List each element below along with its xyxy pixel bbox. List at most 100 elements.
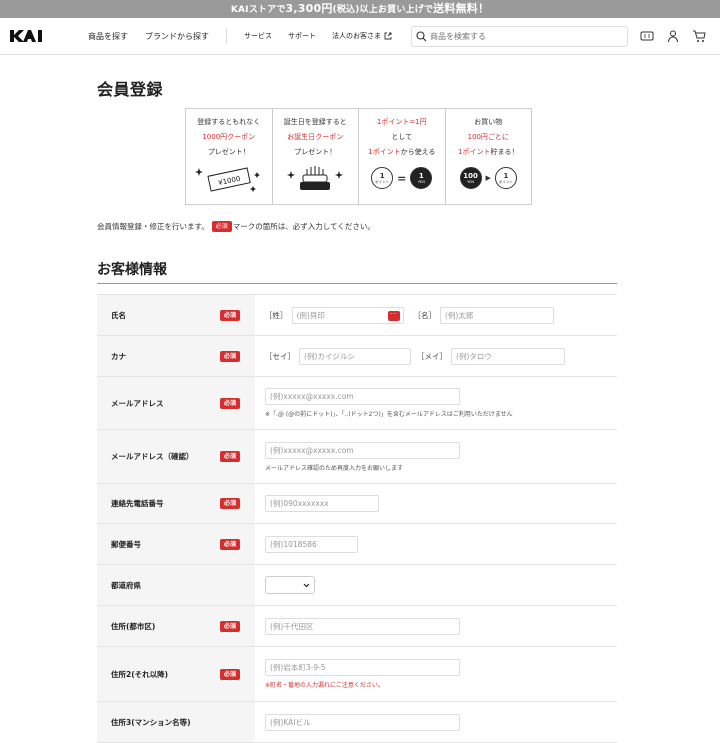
customer-info-form: 氏名 必須 ［姓］ (例)貝印 ··· ［名］ (例)太郎 カナ 必須 ［セイ］ (例… bbox=[97, 294, 617, 743]
required-badge: 必須 bbox=[211, 221, 232, 232]
benefit-highlight: 1000円クーポン bbox=[202, 133, 256, 141]
coin-unit: ポイント bbox=[375, 179, 390, 184]
field-label: 住所(都市区) 必須 bbox=[97, 606, 255, 646]
benefit-text: プレゼント！ bbox=[294, 148, 337, 156]
main-content: 会員登録 登録するともれなく 1000円クーポン プレゼント！ ¥1000 誕生… bbox=[97, 76, 617, 743]
row-address1: 住所(都市区) 必須 (例)千代田区 bbox=[97, 606, 617, 647]
phone-input[interactable]: (例)090xxxxxxx bbox=[265, 495, 379, 512]
input-placeholder: (例)xxxxx@xxxxx.com bbox=[270, 445, 354, 455]
benefit-point-value: 1ポイント=1円 として 1ポイントから使える 1 ポイント = 1 YEN bbox=[359, 109, 446, 204]
label-text: 連絡先電話番号 bbox=[111, 499, 164, 508]
input-placeholder: (例)090xxxxxxx bbox=[270, 499, 329, 508]
input-placeholder: (例)貝印 bbox=[296, 310, 325, 320]
field-label: 郵便番号 必須 bbox=[97, 524, 255, 564]
first-name-kana-input[interactable]: (例)タロウ bbox=[451, 347, 565, 365]
benefit-text: プレゼント！ bbox=[207, 148, 250, 156]
benefit-highlight: 1ポイント=1円 bbox=[376, 118, 427, 126]
field-label: 連絡先電話番号 必須 bbox=[97, 484, 255, 523]
membership-card-icon[interactable] bbox=[640, 29, 654, 43]
yen-coin-icon: 1 YEN bbox=[410, 167, 433, 189]
field-label: 住所3(マンション名等) bbox=[97, 702, 255, 742]
label-mei: ［名］ bbox=[413, 310, 437, 320]
coin-value: 1 bbox=[418, 171, 424, 180]
nav-find-brands[interactable]: ブランドから探す bbox=[145, 31, 209, 42]
chevron-down-icon bbox=[303, 583, 310, 587]
benefit-text: お買い物 bbox=[474, 118, 503, 126]
field-label: メールアドレス（確認） 必須 bbox=[97, 430, 255, 483]
label-text: 住所3(マンション名等) bbox=[111, 717, 191, 727]
header-icons bbox=[640, 29, 706, 43]
row-zip: 郵便番号 必須 (例)1018586 bbox=[97, 524, 617, 565]
field-label: 氏名 必須 bbox=[97, 295, 255, 335]
label-text: メールアドレス bbox=[111, 398, 164, 408]
benefit-highlight: 1ポイント bbox=[368, 148, 401, 156]
label-text: 住所(都市区) bbox=[111, 621, 156, 631]
yen-coin-icon: 100 YEN bbox=[459, 167, 482, 189]
benefit-text: 誕生日を登録すると bbox=[283, 118, 347, 126]
label-text: 都道府県 bbox=[111, 580, 141, 590]
cart-icon[interactable] bbox=[692, 29, 706, 43]
coupon-ticket-icon: ¥1000 bbox=[186, 164, 272, 192]
last-name-kana-input[interactable]: (例)カイジルシ bbox=[299, 347, 411, 365]
required-notice: 会員情報登録・修正を行います。 必須 マークの箇所は、必ず入力してください。 bbox=[97, 221, 375, 232]
birthday-cake-icon bbox=[273, 164, 359, 192]
coin-unit: YEN bbox=[467, 179, 475, 184]
row-address2: 住所2(それ以降) 必須 (例)岩本町3-9-5 ※町名・番地の入力漏れにご注意く… bbox=[97, 647, 617, 702]
field-label: 都道府県 bbox=[97, 565, 255, 605]
last-name-input[interactable]: (例)貝印 ··· bbox=[291, 306, 404, 324]
required-badge: 必須 bbox=[220, 397, 241, 409]
search-box[interactable] bbox=[411, 26, 628, 47]
benefit-text: から使える bbox=[400, 148, 436, 156]
required-badge: 必須 bbox=[220, 620, 241, 632]
promo-banner: KAIストアで3,300円(税込)以上お買い上げで送料無料！ bbox=[0, 0, 720, 18]
input-placeholder: (例)タロウ bbox=[456, 351, 492, 361]
label-mei-kana: ［メイ］ bbox=[417, 351, 447, 361]
external-link-icon bbox=[384, 32, 392, 40]
kai-logo[interactable] bbox=[10, 29, 44, 43]
site-header: 商品を探す ブランドから探す サービス サポート 法人のお客さま bbox=[0, 18, 720, 55]
nav-divider bbox=[226, 28, 227, 44]
row-email-confirm: メールアドレス（確認） 必須 (例)xxxxx@xxxxx.com メールアドレス… bbox=[97, 430, 617, 484]
benefit-text: 登録するともれなく bbox=[197, 118, 261, 126]
label-text: カナ bbox=[111, 351, 126, 361]
prefecture-select[interactable] bbox=[265, 576, 315, 594]
row-name: 氏名 必須 ［姓］ (例)貝印 ··· ［名］ (例)太郎 bbox=[97, 295, 617, 336]
required-badge: 必須 bbox=[220, 668, 241, 680]
benefit-highlight: 100円ごとに bbox=[467, 133, 509, 141]
coin-value: 1 bbox=[379, 171, 385, 180]
benefit-text: として bbox=[391, 133, 413, 141]
nav-support[interactable]: サポート bbox=[288, 31, 316, 41]
city-input[interactable]: (例)千代田区 bbox=[265, 617, 460, 635]
equals-sign: = bbox=[397, 171, 407, 185]
benefit-text: 貯まる！ bbox=[490, 148, 519, 156]
search-input[interactable] bbox=[430, 32, 620, 41]
autofill-icon[interactable]: ··· bbox=[387, 310, 400, 321]
field-label: 住所2(それ以降) 必須 bbox=[97, 647, 255, 701]
email-confirm-input[interactable]: (例)xxxxx@xxxxx.com bbox=[265, 441, 460, 459]
banner-mid: (税込)以上お買い上げで bbox=[332, 5, 434, 15]
input-placeholder: (例)xxxxx@xxxxx.com bbox=[270, 392, 354, 401]
email-confirm-hint: メールアドレス確認のため再度入力をお願いします bbox=[265, 464, 404, 472]
first-name-input[interactable]: (例)太郎 bbox=[440, 306, 554, 324]
required-badge: 必須 bbox=[220, 498, 241, 509]
member-benefits: 登録するともれなく 1000円クーポン プレゼント！ ¥1000 誕生日を登録す… bbox=[185, 108, 532, 205]
required-badge: 必須 bbox=[220, 350, 241, 362]
nav-find-products[interactable]: 商品を探す bbox=[88, 31, 128, 42]
email-input[interactable]: (例)xxxxx@xxxxx.com bbox=[265, 388, 460, 405]
notice-text: マークの箇所は、必ず入力してください。 bbox=[232, 222, 375, 231]
banner-pre: KAIストアで bbox=[230, 5, 286, 15]
account-icon[interactable] bbox=[666, 29, 680, 43]
street-hint: ※町名・番地の入力漏れにご注意ください。 bbox=[265, 682, 384, 689]
nav-services[interactable]: サービス bbox=[244, 31, 272, 41]
nav-corporate-label: 法人のお客さま bbox=[332, 32, 381, 40]
row-prefecture: 都道府県 bbox=[97, 565, 617, 606]
row-address3: 住所3(マンション名等) (例)KAIビル bbox=[97, 702, 617, 743]
nav-corporate[interactable]: 法人のお客さま bbox=[332, 31, 392, 41]
building-input[interactable]: (例)KAIビル bbox=[265, 713, 460, 731]
benefit-highlight: お誕生日クーポン bbox=[287, 133, 344, 141]
label-text: 郵便番号 bbox=[111, 539, 141, 549]
arrow-right-icon: ▶ bbox=[485, 173, 491, 182]
street-input[interactable]: (例)岩本町3-9-5 bbox=[265, 659, 460, 676]
input-placeholder: (例)カイジルシ bbox=[304, 351, 355, 361]
postal-code-input[interactable]: (例)1018586 bbox=[265, 535, 358, 553]
